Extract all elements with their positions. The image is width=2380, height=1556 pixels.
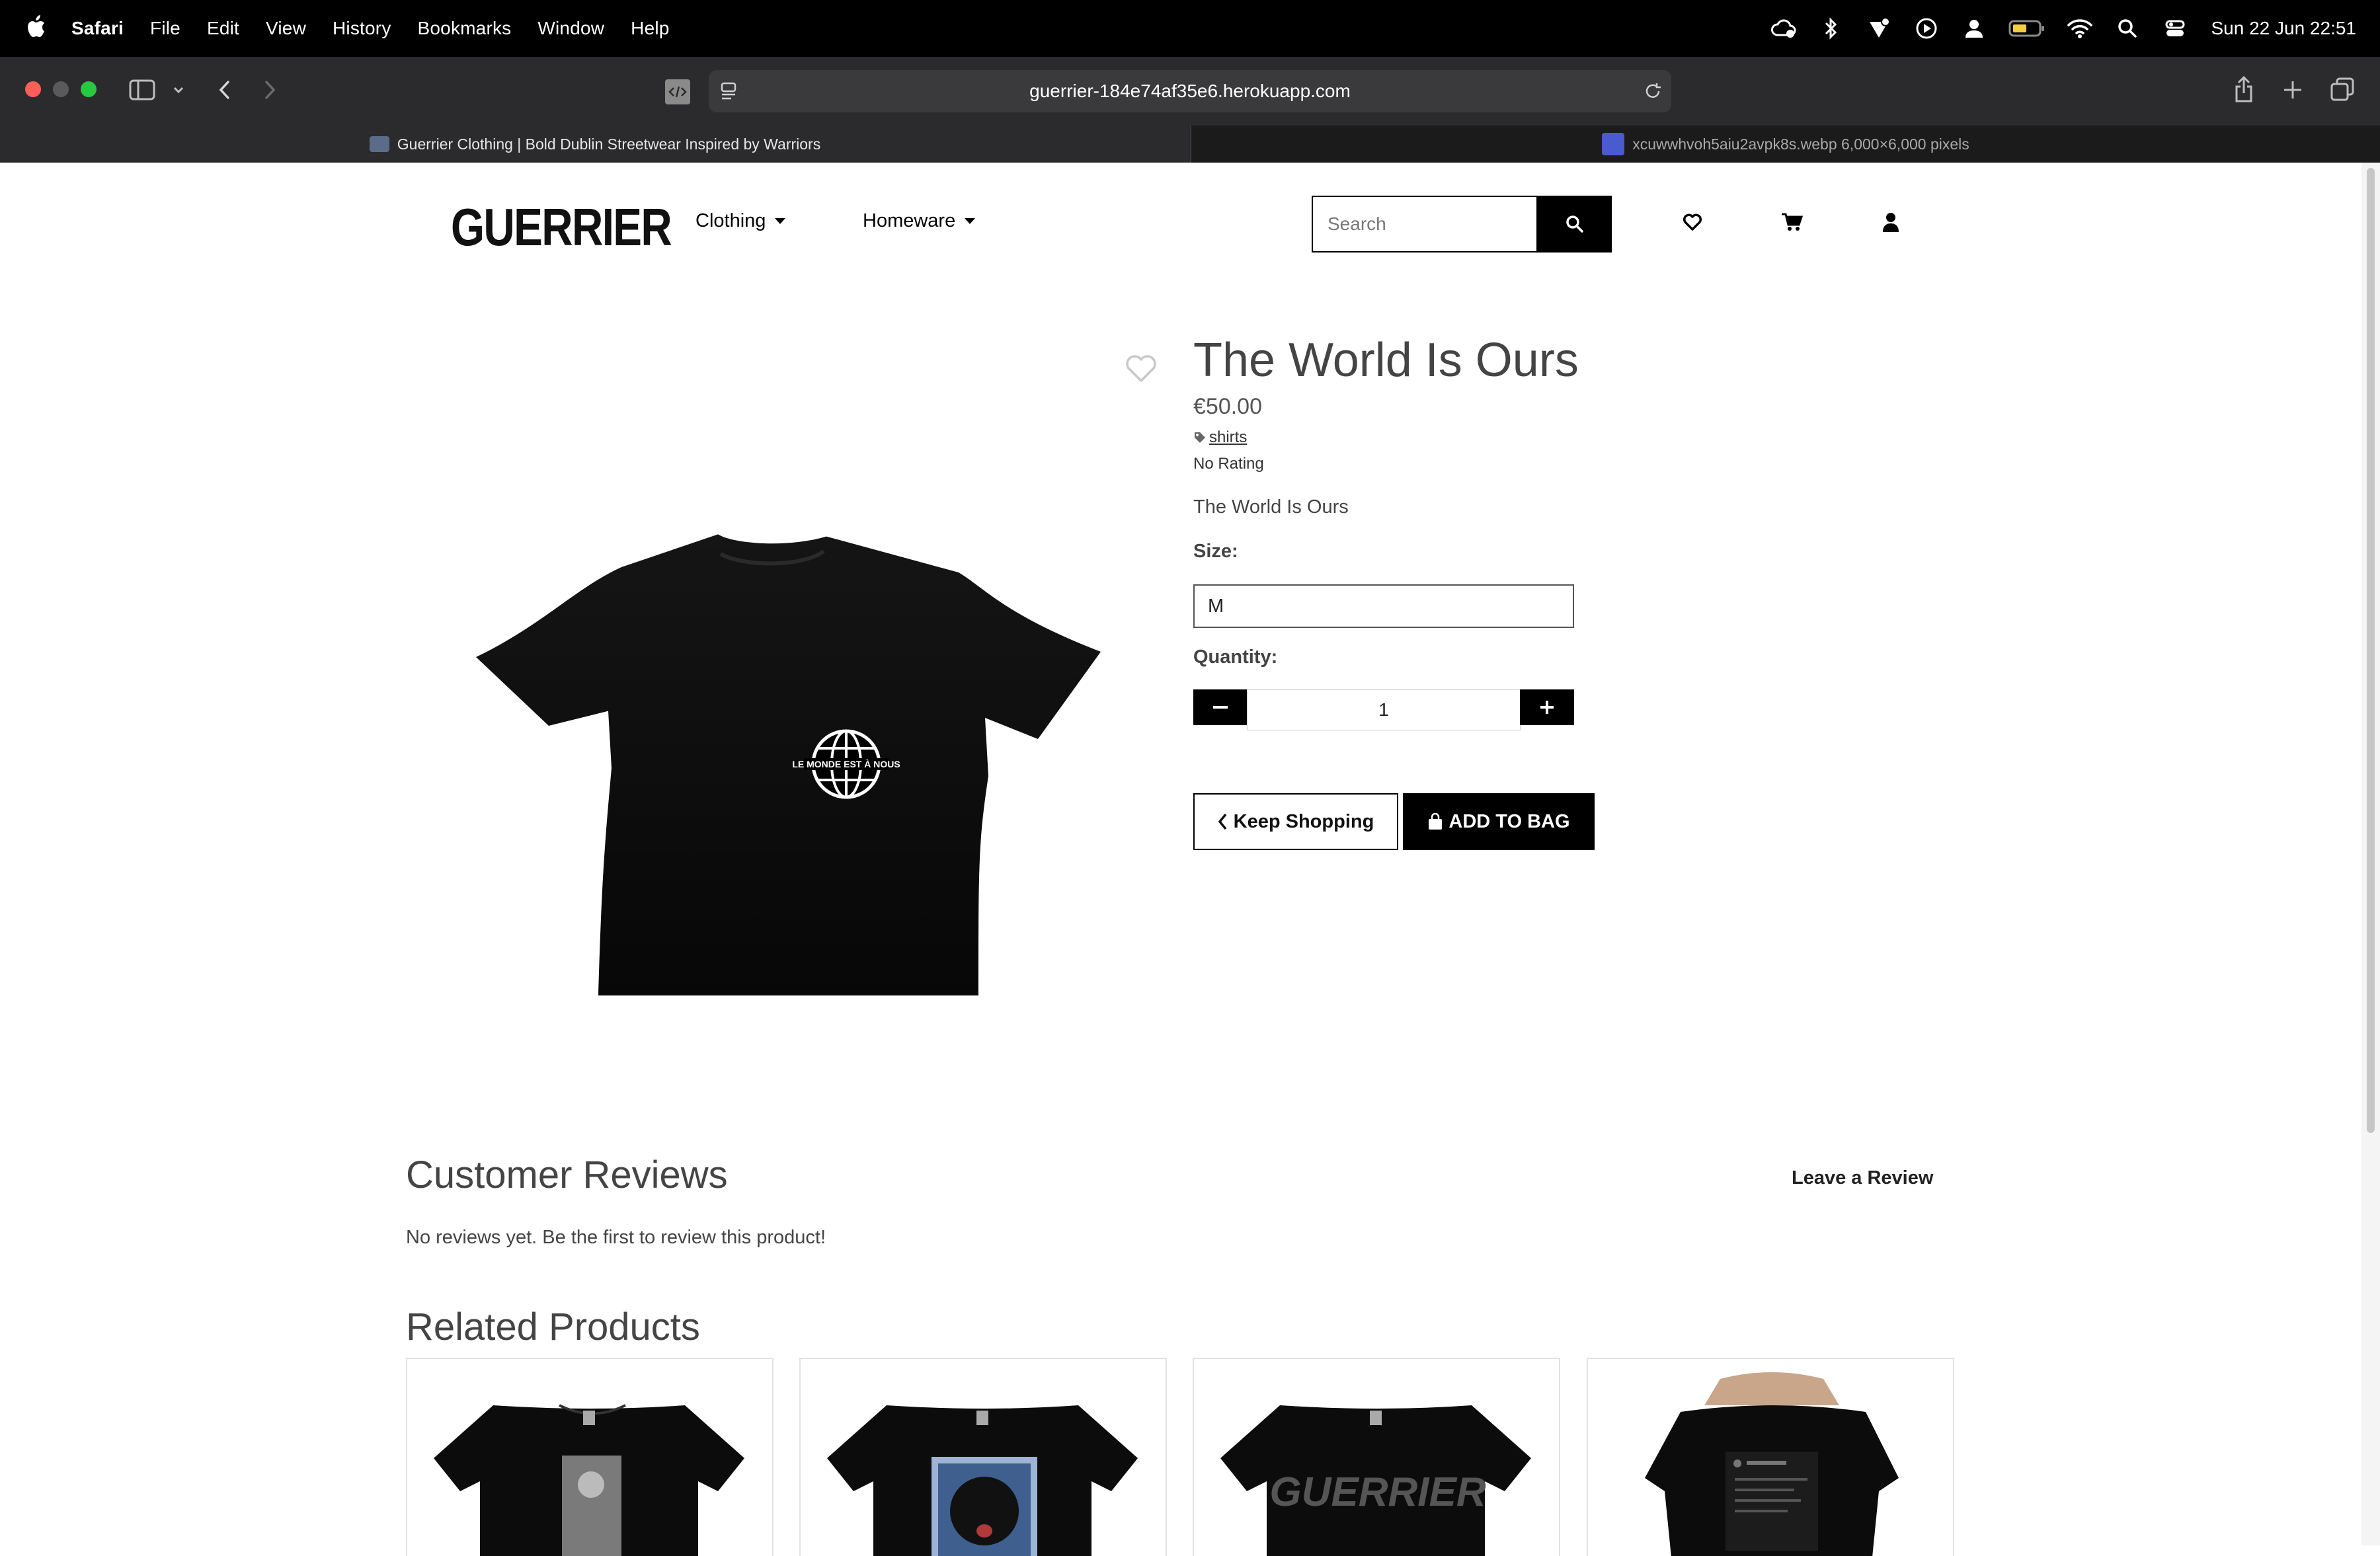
quantity-increment-button[interactable] (1520, 689, 1574, 725)
tab-title: Guerrier Clothing | Bold Dublin Streetwe… (397, 135, 821, 153)
share-icon[interactable] (2232, 75, 2256, 103)
related-products-heading: Related Products (406, 1305, 700, 1348)
menu-file[interactable]: File (150, 18, 180, 39)
spotlight-search-icon[interactable] (2114, 15, 2141, 42)
image-favicon-icon (1602, 133, 1625, 155)
keep-shopping-label: Keep Shopping (1233, 810, 1374, 832)
forward-button-icon[interactable] (260, 78, 280, 102)
caret-down-icon (775, 218, 786, 224)
tab-image[interactable]: xcuwwhvoh5aiu2avpk8s.webp 6,000×6,000 pi… (1190, 126, 2380, 163)
back-button-icon[interactable] (214, 78, 234, 102)
related-product-card[interactable] (799, 1358, 1167, 1556)
menu-edit[interactable]: Edit (207, 18, 239, 39)
product-rating: No Rating (1193, 455, 1264, 473)
add-to-bag-label: ADD TO BAG (1448, 810, 1570, 832)
menu-app-safari[interactable]: Safari (71, 18, 124, 39)
reload-icon[interactable] (1642, 81, 1663, 102)
menu-window[interactable]: Window (537, 18, 604, 39)
nav-homeware-dropdown[interactable]: Homeware (863, 210, 976, 232)
site-logo[interactable]: GUERRIER (451, 197, 672, 258)
product-price: €50.00 (1193, 394, 1262, 419)
cloud-sync-icon[interactable] (1770, 15, 1797, 42)
web-page: GUERRIER Clothing Homeware Search LE MON… (0, 163, 2361, 1556)
chevron-left-icon (1218, 813, 1227, 830)
account-user-icon[interactable] (1878, 209, 1904, 235)
play-icon[interactable] (1913, 15, 1940, 42)
related-product-card[interactable] (1587, 1358, 1954, 1556)
focus-icon[interactable] (1866, 15, 1892, 42)
menu-bookmarks[interactable]: Bookmarks (418, 18, 512, 39)
menu-history[interactable]: History (333, 18, 391, 39)
category-link[interactable]: shirts (1209, 428, 1247, 447)
quantity-decrement-button[interactable] (1193, 689, 1248, 725)
shopping-bag-icon (1429, 813, 1443, 830)
nav-clothing-label: Clothing (695, 210, 766, 231)
quantity-label: Quantity: (1193, 646, 1278, 668)
caret-down-icon (965, 218, 976, 224)
menubar-clock[interactable]: Sun 22 Jun 22:51 (2211, 18, 2356, 39)
tag-icon (1195, 432, 1205, 443)
search-icon (1566, 215, 1583, 233)
related-product-card[interactable]: GUERRIER (1193, 1358, 1560, 1556)
product-description: The World Is Ours (1193, 496, 1349, 518)
tab-guerrier[interactable]: Guerrier Clothing | Bold Dublin Streetwe… (0, 126, 1190, 163)
keep-shopping-button[interactable]: Keep Shopping (1193, 793, 1398, 850)
tab-bar: Guerrier Clothing | Bold Dublin Streetwe… (0, 126, 2380, 163)
product-category: shirts (1193, 428, 1247, 447)
wishlist-heart-icon[interactable] (1679, 209, 1706, 235)
tab-title: xcuwwhvoh5aiu2avpk8s.webp 6,000×6,000 pi… (1632, 135, 1969, 153)
nav-homeware-label: Homeware (863, 210, 956, 231)
new-tab-icon[interactable] (2281, 78, 2305, 102)
macos-menu-bar: Safari File Edit View History Bookmarks … (0, 0, 2380, 57)
zoom-window-button[interactable] (81, 81, 97, 97)
search-input[interactable]: Search (1312, 196, 1538, 253)
plus-icon (1540, 701, 1554, 714)
no-reviews-message: No reviews yet. Be the first to review t… (406, 1227, 826, 1248)
tab-group-chevron-icon[interactable] (172, 82, 185, 98)
tab-overview-icon[interactable] (2330, 77, 2355, 102)
url-text[interactable]: guerrier-184e74af35e6.herokuapp.com (709, 70, 1671, 112)
control-center-icon[interactable] (2162, 15, 2188, 42)
product-title: The World Is Ours (1193, 334, 1579, 387)
developer-tools-icon[interactable] (665, 79, 690, 104)
battery-icon[interactable] (2008, 15, 2045, 42)
menu-help[interactable]: Help (631, 18, 669, 39)
add-to-wishlist-heart-icon[interactable] (1124, 353, 1158, 387)
cart-icon[interactable] (1778, 209, 1805, 235)
add-to-bag-button[interactable]: ADD TO BAG (1403, 793, 1595, 850)
customer-reviews-heading: Customer Reviews (406, 1153, 728, 1196)
scrollbar-thumb[interactable] (2367, 168, 2375, 1133)
address-bar[interactable]: guerrier-184e74af35e6.herokuapp.com (709, 70, 1671, 112)
menu-view[interactable]: View (266, 18, 306, 39)
card-print-text: GUERRIER (1269, 1469, 1486, 1515)
wifi-icon[interactable] (2067, 15, 2093, 42)
user-icon[interactable] (1961, 15, 1987, 42)
search-button[interactable] (1538, 196, 1612, 253)
nav-clothing-dropdown[interactable]: Clothing (695, 210, 786, 232)
product-image[interactable]: LE MONDE EST À NOUS (456, 407, 1117, 1022)
close-window-button[interactable] (25, 81, 41, 97)
size-label: Size: (1193, 541, 1238, 562)
minimize-window-button[interactable] (53, 81, 69, 97)
apple-logo-icon[interactable] (25, 13, 46, 40)
sidebar-toggle-icon[interactable] (128, 78, 156, 102)
print-text: LE MONDE EST À NOUS (792, 759, 900, 769)
leave-review-link[interactable]: Leave a Review (1792, 1167, 1933, 1189)
size-select[interactable]: M (1193, 584, 1574, 628)
related-product-card[interactable] (406, 1358, 774, 1556)
page-scrollbar[interactable] (2361, 163, 2380, 1545)
site-favicon-icon (369, 136, 389, 152)
quantity-input[interactable]: 1 (1247, 689, 1521, 730)
bluetooth-icon[interactable] (1818, 15, 1844, 42)
minus-icon (1213, 706, 1228, 709)
